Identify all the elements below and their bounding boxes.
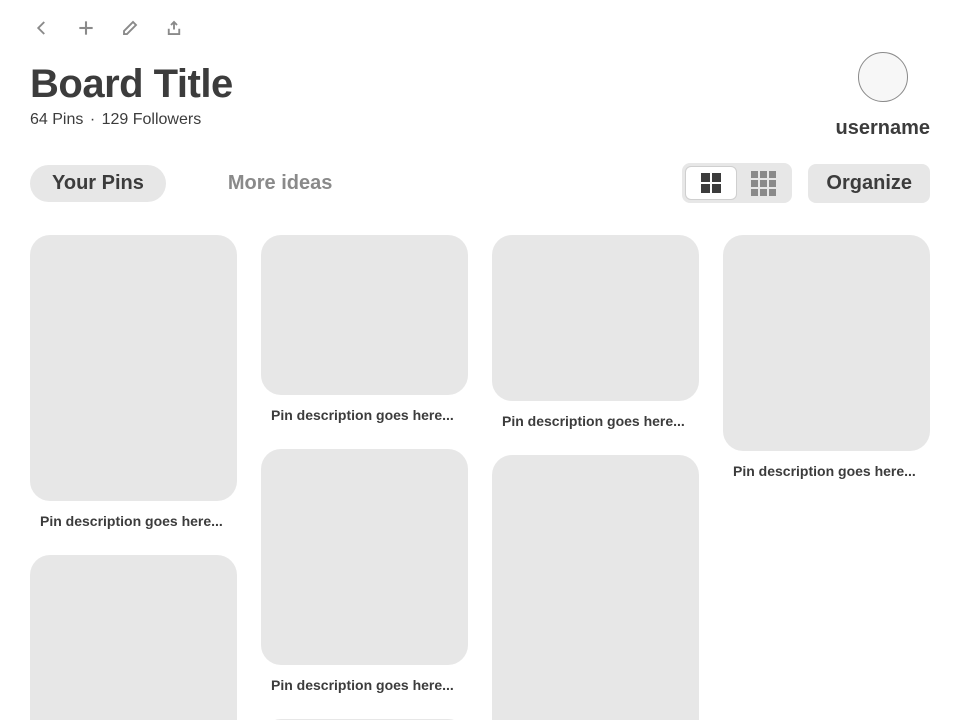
top-icon-bar [30,8,930,48]
pin-card[interactable]: Pin description goes here... [492,235,699,429]
tab-more-ideas[interactable]: More ideas [206,165,354,202]
pin-image[interactable] [492,455,699,720]
pin-card[interactable]: Pin description goes here... [30,235,237,529]
edit-icon[interactable] [118,16,142,40]
pin-description: Pin description goes here... [261,677,468,693]
user-block[interactable]: username [836,52,931,140]
pin-card[interactable]: Pin description goes here... [261,449,468,693]
pin-image[interactable] [30,555,237,720]
tabs: Your Pins More ideas [30,165,354,202]
pin-image[interactable] [30,235,237,501]
pin-image[interactable] [723,235,930,451]
pin-image[interactable] [492,235,699,401]
view-toggle [682,163,792,203]
pin-card[interactable]: Pin description goes here... [30,555,237,720]
avatar[interactable] [858,52,908,102]
board-header: Board Title 64 Pins · 129 Followers user… [30,62,930,129]
pin-count: 64 Pins [30,111,83,128]
view-large-grid[interactable] [685,166,737,200]
pin-description: Pin description goes here... [492,413,699,429]
grid-small-icon [751,171,776,196]
controls-row: Your Pins More ideas Organize [30,163,930,203]
pin-description: Pin description goes here... [30,513,237,529]
back-icon[interactable] [30,16,54,40]
pin-card[interactable]: Pin description goes here... [723,235,930,479]
pin-description: Pin description goes here... [261,407,468,423]
stats-separator: · [90,111,95,128]
grid-large-icon [701,173,721,193]
pin-description: Pin description goes here... [723,463,930,479]
board-title: Board Title [30,62,930,107]
pin-image[interactable] [261,235,468,395]
pin-card[interactable]: Pin description goes here... [261,235,468,423]
pins-masonry: Pin description goes here... Pin descript… [30,235,930,720]
share-icon[interactable] [162,16,186,40]
tab-your-pins[interactable]: Your Pins [30,165,166,202]
pin-card[interactable]: Pin description goes here... [492,455,699,720]
username: username [836,117,931,140]
pin-image[interactable] [261,449,468,665]
follower-count: 129 Followers [102,111,202,128]
board-stats: 64 Pins · 129 Followers [30,111,930,129]
view-small-grid[interactable] [737,166,789,200]
organize-button[interactable]: Organize [808,164,930,203]
add-icon[interactable] [74,16,98,40]
